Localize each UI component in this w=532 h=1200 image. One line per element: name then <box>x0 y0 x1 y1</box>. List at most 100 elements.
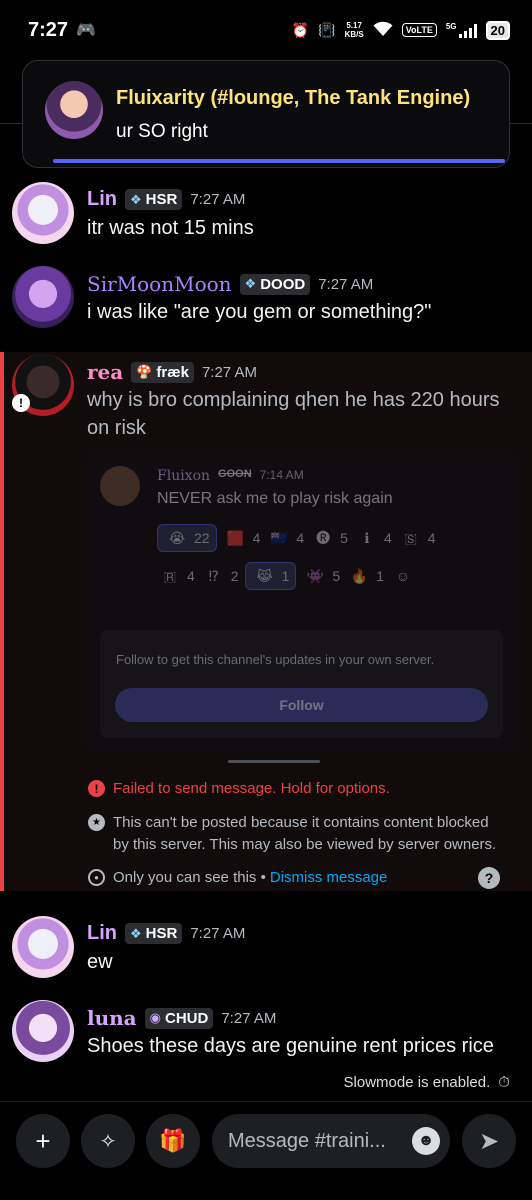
error-badge-icon: ! <box>12 394 30 412</box>
wifi-icon <box>373 21 393 40</box>
message-row[interactable]: ! rea 🍄 fræk 7:27 AM why is bro complaini… <box>0 352 532 452</box>
message-input-placeholder: Message #traini... <box>228 1129 386 1152</box>
notification-body: ur SO right <box>116 121 208 142</box>
username[interactable]: rea <box>87 360 123 384</box>
message-text-line: on risk <box>87 417 146 439</box>
failed-notice[interactable]: ! Failed to send message. Hold for optio… <box>88 778 390 800</box>
embed-header: Fluixon GOON 7:14 AM <box>157 468 304 484</box>
message-row[interactable]: Lin ❖ HSR 7:27 AM itr was not 15 mins <box>0 180 532 250</box>
composer-divider <box>0 1101 532 1102</box>
gift-button[interactable]: 🎁 <box>146 1114 200 1168</box>
blocked-text-line: by this server. This may also be viewed … <box>113 836 497 853</box>
stopwatch-icon: ⏱ <box>498 1074 510 1091</box>
eye-icon: ● <box>88 869 105 886</box>
volte-badge: VoLTE <box>401 23 437 37</box>
message-row[interactable]: luna ◉ CHUD 7:27 AM Shoes these days are … <box>0 998 532 1068</box>
slowmode-indicator: Slowmode is enabled. ⏱ <box>344 1074 510 1091</box>
smiley-icon: ☻ <box>417 1132 435 1149</box>
timestamp: 7:27 AM <box>190 191 246 208</box>
role-tag[interactable]: ❖ HSR <box>125 923 183 944</box>
net-speed: 5.17 KB/S <box>344 21 364 39</box>
reaction: 😭 22 <box>157 524 217 552</box>
embed-avatar <box>100 466 140 506</box>
blocked-notice: ★ This can't be posted because it contai… <box>88 812 496 856</box>
avatar[interactable] <box>12 182 74 244</box>
status-bar: 7:27 🎮 ⏰ 📳 5.17 KB/S VoLTE 5G 20 <box>0 0 532 60</box>
follow-prompt: Follow to get this channel's updates in … <box>116 652 435 667</box>
in-app-notification[interactable]: Fluixarity (#lounge, The Tank Engine) ur… <box>22 60 510 168</box>
notification-progress <box>53 159 505 163</box>
message-text-line: why is bro complaining qhen he has 220 h… <box>87 389 500 411</box>
avatar[interactable] <box>12 266 74 328</box>
reaction: ⁉ 2 <box>208 567 239 585</box>
reaction: 👾 5 <box>306 567 341 585</box>
slowmode-text: Slowmode is enabled. <box>343 1074 491 1091</box>
emoji-picker-button[interactable]: ☻ <box>412 1127 440 1155</box>
timestamp: 7:27 AM <box>221 1009 277 1027</box>
discord-notification-icon: 🎮 <box>76 22 96 39</box>
add-attachment-button[interactable]: + <box>16 1114 70 1168</box>
message-row[interactable]: Lin ❖ HSR 7:27 AM ew <box>0 914 532 984</box>
error-icon: ! <box>88 780 105 797</box>
role-tag[interactable]: ◉ CHUD <box>144 1007 214 1029</box>
timestamp: 7:27 AM <box>318 275 374 293</box>
add-reaction: ☺ <box>395 568 411 584</box>
follow-button: Follow <box>115 688 488 722</box>
avatar[interactable] <box>12 916 74 978</box>
apps-icon: ✧ <box>99 1130 117 1153</box>
username[interactable]: Lin <box>87 922 117 945</box>
embed-author: Fluixon <box>157 468 211 484</box>
only-you-text: Only you can see this • <box>113 869 266 886</box>
sparkle-icon: ❖ <box>130 191 142 207</box>
send-icon: ➤ <box>478 1127 500 1155</box>
message-composer: + ✧ 🎁 Message #traini... ☻ ➤ <box>0 1112 532 1172</box>
vibrate-icon: 📳 <box>318 21 336 38</box>
reaction-row: 🇷 4 ⁉ 2 😹 1 👾 5 🔥 1 ☺ <box>157 562 416 590</box>
battery-indicator: 20 <box>485 20 510 40</box>
blocked-text-line: This can't be posted because it contains… <box>113 814 489 831</box>
message-text: i was like "are you gem or something?" <box>87 301 432 323</box>
message-input[interactable]: Message #traini... ☻ <box>212 1114 450 1168</box>
reaction: ℹ4 <box>364 529 392 547</box>
username[interactable]: luna <box>87 1006 137 1030</box>
mushroom-icon: 🍄 <box>136 364 153 379</box>
message-text: Shoes these days are genuine rent prices… <box>87 1035 494 1057</box>
reaction: 🇸 4 <box>404 529 436 547</box>
help-icon[interactable]: ? <box>478 867 500 889</box>
reaction: 🔥 1 <box>350 567 384 585</box>
sparkle-icon: ❖ <box>130 925 142 941</box>
avatar[interactable] <box>12 1000 74 1062</box>
username[interactable]: SirMoonMoon <box>87 272 232 296</box>
dismiss-message-link[interactable]: Dismiss message <box>270 867 388 889</box>
system-navigation-area <box>0 1172 532 1200</box>
role-tag[interactable]: ❖ HSR <box>125 189 183 210</box>
automod-shield-icon: ★ <box>88 814 105 831</box>
notification-avatar <box>45 81 103 139</box>
reaction: 🅡 5 <box>316 530 348 546</box>
message-text: ew <box>87 951 113 973</box>
alarm-icon: ⏰ <box>291 21 310 38</box>
role-tag[interactable]: ❖ DOOD <box>239 273 311 295</box>
embed-tag: GOON <box>218 468 252 480</box>
apps-button[interactable]: ✧ <box>81 1114 135 1168</box>
sparkle-icon: ❖ <box>244 276 257 291</box>
role-tag[interactable]: 🍄 fræk <box>131 361 194 383</box>
ephemeral-notice: ● Only you can see this • Dismiss messag… <box>88 867 387 889</box>
message-row[interactable]: SirMoonMoon ❖ DOOD 7:27 AM i was like "ar… <box>0 264 532 334</box>
shield-icon: ◉ <box>149 1010 161 1025</box>
reaction: 🇷 4 <box>163 567 195 585</box>
message-text: itr was not 15 mins <box>87 217 254 239</box>
gift-icon: 🎁 <box>159 1128 187 1153</box>
reaction: 🟥 4 <box>226 529 261 547</box>
username[interactable]: Lin <box>87 188 117 211</box>
reaction: 🇳🇿 4 <box>270 529 305 547</box>
timestamp: 7:27 AM <box>201 363 257 381</box>
signal-icon <box>458 22 477 38</box>
timestamp: 7:27 AM <box>190 925 246 942</box>
send-button[interactable]: ➤ <box>462 1114 516 1168</box>
embed-text: NEVER ask me to play risk again <box>157 490 393 507</box>
clock: 7:27 <box>28 18 69 41</box>
reaction-row: 😭 22 🟥 4 🇳🇿 4 🅡 5 ℹ4 🇸 4 <box>157 524 436 552</box>
embed-time: 7:14 AM <box>259 468 304 482</box>
failed-text: Failed to send message. Hold for options… <box>113 780 390 797</box>
